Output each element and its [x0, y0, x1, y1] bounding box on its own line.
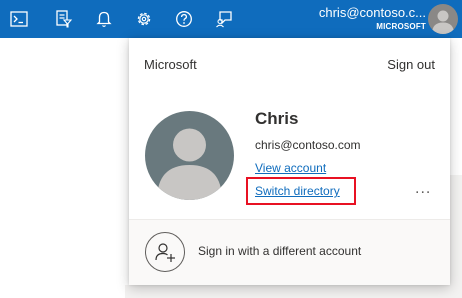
user-avatar [145, 111, 234, 200]
top-navigation-bar: chris@contoso.c... MICROSOFT [0, 0, 462, 38]
account-directory: MICROSOFT [376, 22, 426, 31]
sign-out-link[interactable]: Sign out [387, 57, 435, 72]
settings-gear-icon[interactable] [131, 6, 157, 32]
account-panel: Microsoft Sign out Chris chris@contoso.c… [129, 38, 450, 285]
cloud-shell-icon[interactable] [6, 6, 32, 32]
help-question-icon[interactable] [171, 6, 197, 32]
background-scrollbar [450, 175, 462, 298]
sign-in-different-account-label: Sign in with a different account [198, 244, 362, 258]
background-strip [125, 285, 462, 298]
sign-in-different-account-button[interactable]: Sign in with a different account [129, 220, 450, 285]
directory-filter-icon[interactable] [51, 6, 77, 32]
account-avatar[interactable] [428, 4, 458, 34]
user-name: Chris [255, 109, 299, 128]
more-options-icon[interactable]: ... [415, 180, 431, 198]
company-name: Microsoft [144, 57, 197, 72]
add-account-icon [145, 232, 185, 272]
notifications-bell-icon[interactable] [91, 6, 117, 32]
view-account-link[interactable]: View account [255, 161, 326, 175]
user-email: chris@contoso.com [255, 138, 361, 152]
account-email: chris@contoso.c... [318, 5, 426, 20]
highlight-box [246, 177, 356, 205]
account-summary[interactable]: chris@contoso.c... MICROSOFT [221, 4, 426, 32]
